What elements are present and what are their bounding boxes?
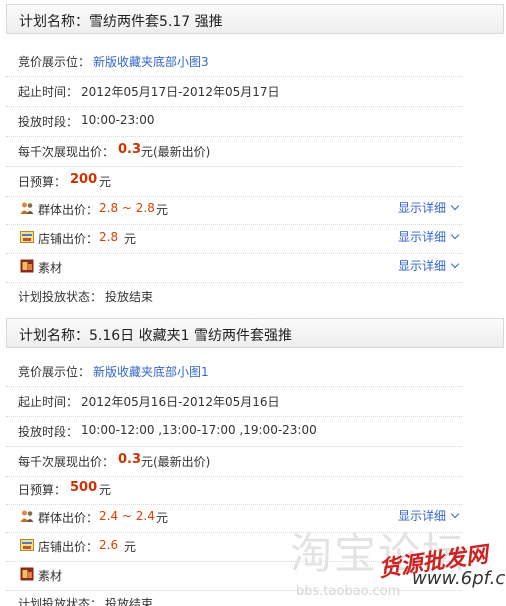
watermark-url: bbs.taobao.com (296, 584, 401, 599)
row-slot: 投放时段： 10:00-12:00 ,13:00-17:00 ,19:00-23… (6, 416, 462, 447)
shop-icon (20, 231, 34, 243)
show-detail-group[interactable]: 显示详细 (397, 199, 460, 216)
position-link[interactable]: 新版收藏夹底部小图3 (93, 53, 209, 70)
material-icon (20, 567, 34, 581)
people-icon (20, 202, 34, 214)
shop-bid-unit: 元 (124, 540, 137, 554)
row-cpm: 每千次展现出价： 0.3 元(最新出价) (6, 446, 462, 477)
slot-value: 10:00-12:00 ,13:00-17:00 ,19:00-23:00 (81, 423, 317, 437)
cpm-suffix: 元(最新出价) (141, 145, 211, 159)
row-period: 起止时间： 2012年05月16日-2012年05月16日 (6, 386, 462, 417)
period-value: 2012年05月16日-2012年05月16日 (81, 395, 280, 409)
group-bid-unit: 元 (156, 203, 169, 217)
row-position: 竞价展示位： 新版收藏夹底部小图1 (6, 356, 462, 387)
row-cpm: 每千次展现出价： 0.3 元(最新出价) (6, 136, 462, 167)
people-icon (20, 510, 34, 522)
show-detail-shop[interactable]: 显示详细 (397, 228, 460, 245)
cpm-suffix: 元(最新出价) (141, 455, 211, 469)
budget-value: 200 (70, 172, 98, 187)
budget-unit: 元 (99, 483, 112, 497)
period-label: 起止时间： (18, 395, 79, 409)
group-bid-value: 2.8 ~ 2.8 (99, 201, 155, 215)
position-link[interactable]: 新版收藏夹底部小图1 (93, 363, 209, 380)
chevron-down-icon (450, 230, 460, 240)
slot-label: 投放时段： (18, 115, 79, 129)
plan-title: 计划名称：5.16日 收藏夹1 雪纺两件套强推 (19, 328, 292, 344)
plan-title: 计划名称：雪纺两件套5.17 强推 (19, 14, 223, 30)
watermark-site-url: www.6pf.cn (412, 568, 506, 589)
row-budget: 日预算： 200 元 (6, 166, 462, 197)
shop-bid-label: 店铺出价： (38, 540, 99, 554)
slot-value: 10:00-23:00 (81, 113, 155, 127)
row-material: 素材 显示详细 (6, 252, 462, 283)
shop-bid-value: 2.8 (99, 230, 119, 244)
budget-value: 500 (70, 480, 98, 495)
shop-icon (20, 539, 34, 551)
period-value: 2012年05月17日-2012年05月17日 (81, 85, 280, 99)
row-position: 竞价展示位： 新版收藏夹底部小图3 (6, 46, 462, 77)
row-budget: 日预算： 500 元 (6, 474, 462, 505)
chevron-down-icon (450, 259, 460, 269)
plan-header: 计划名称：雪纺两件套5.17 强推 (6, 4, 504, 34)
cpm-label: 每千次展现出价： (18, 145, 115, 159)
material-icon (20, 259, 34, 273)
status-value: 投放结束 (105, 597, 154, 606)
material-label: 素材 (38, 569, 63, 583)
shop-bid-value: 2.6 (99, 538, 119, 552)
group-bid-label: 群体出价： (38, 203, 99, 217)
group-bid-label: 群体出价： (38, 511, 99, 525)
slot-label: 投放时段： (18, 425, 79, 439)
row-status: 计划投放状态： 投放结束 (6, 281, 462, 311)
budget-label: 日预算： (18, 175, 67, 189)
cpm-label: 每千次展现出价： (18, 455, 115, 469)
budget-label: 日预算： (18, 483, 67, 497)
show-detail-label: 显示详细 (397, 201, 446, 215)
status-label: 计划投放状态： (18, 290, 103, 304)
shop-bid-unit: 元 (124, 232, 137, 246)
chevron-down-icon (450, 201, 460, 211)
row-period: 起止时间： 2012年05月17日-2012年05月17日 (6, 76, 462, 107)
group-bid-unit: 元 (156, 511, 169, 525)
position-label: 竞价展示位： (18, 365, 91, 379)
show-detail-material[interactable]: 显示详细 (397, 257, 460, 274)
cpm-value: 0.3 (118, 452, 142, 467)
position-label: 竞价展示位： (18, 55, 91, 69)
row-slot: 投放时段： 10:00-23:00 (6, 106, 462, 137)
row-group-bid: 群体出价： 2.8 ~ 2.8 元 显示详细 (6, 194, 462, 225)
row-shop-bid: 店铺出价： 2.8 元 显示详细 (6, 223, 462, 254)
material-label: 素材 (38, 261, 63, 275)
plan-header: 计划名称：5.16日 收藏夹1 雪纺两件套强推 (6, 318, 504, 348)
group-bid-value: 2.4 ~ 2.4 (99, 509, 155, 523)
status-value: 投放结束 (105, 290, 154, 304)
budget-unit: 元 (99, 175, 112, 189)
cpm-value: 0.3 (118, 142, 142, 157)
chevron-down-icon (450, 509, 460, 519)
show-detail-label: 显示详细 (397, 230, 446, 244)
status-label: 计划投放状态： (18, 597, 103, 606)
show-detail-label: 显示详细 (397, 259, 446, 273)
period-label: 起止时间： (18, 85, 79, 99)
shop-bid-label: 店铺出价： (38, 232, 99, 246)
